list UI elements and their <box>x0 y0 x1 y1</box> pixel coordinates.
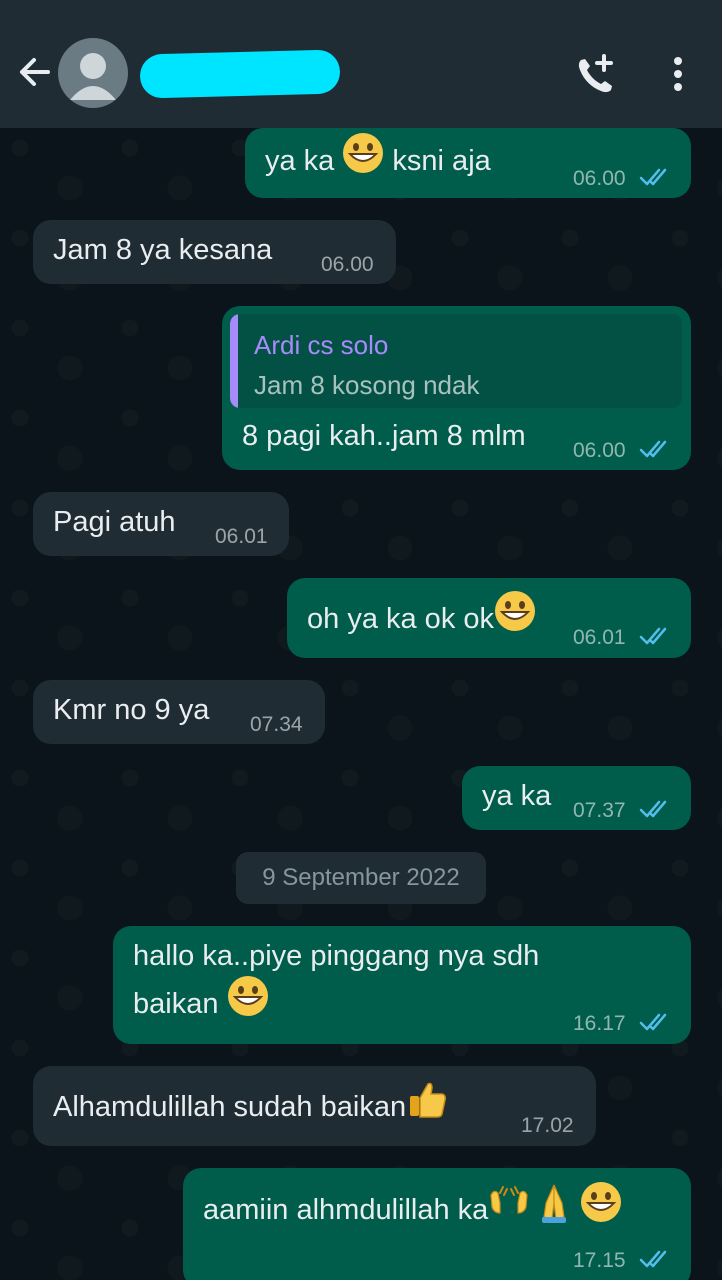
message-outgoing[interactable]: ya ka 07.37 <box>462 766 691 830</box>
chat-area[interactable]: ya ka ksni aja 06.00 Jam 8 ya kesana 06.… <box>0 128 722 1280</box>
raising-hands-emoji <box>488 1181 530 1236</box>
quoted-message[interactable]: Ardi cs solo Jam 8 kosong ndak <box>230 314 682 408</box>
read-ticks-icon <box>639 627 667 645</box>
message-text-line2: baikan <box>133 975 269 1033</box>
read-ticks-icon <box>639 1013 667 1031</box>
message-text: 8 pagi kah..jam 8 mlm <box>242 420 526 452</box>
thumbs-up-emoji <box>406 1078 448 1133</box>
message-time: 17.02 <box>521 1114 574 1137</box>
grinning-face-emoji <box>580 1181 622 1236</box>
message-time: 16.17 <box>573 1012 626 1035</box>
message-outgoing[interactable]: aamiin alhmdulillah ka 17.15 <box>183 1168 691 1280</box>
quote-accent-bar <box>230 314 238 408</box>
message-text: Pagi atuh <box>53 506 176 538</box>
message-time: 07.37 <box>573 799 626 822</box>
message-text: oh ya ka ok ok <box>307 590 536 648</box>
back-arrow-icon[interactable] <box>14 52 54 92</box>
message-text: Kmr no 9 ya <box>53 694 210 726</box>
message-outgoing[interactable]: hallo ka..piye pinggang nya sdh baikan 1… <box>113 926 691 1044</box>
add-call-icon[interactable] <box>572 52 618 96</box>
read-ticks-icon <box>639 440 667 458</box>
grinning-face-emoji <box>227 975 269 1030</box>
message-incoming[interactable]: Kmr no 9 ya 07.34 <box>33 680 325 744</box>
message-text: ya ka ksni aja <box>265 132 491 190</box>
message-incoming[interactable]: Alhamdulillah sudah baikan 17.02 <box>33 1066 596 1146</box>
message-incoming[interactable]: Pagi atuh 06.01 <box>33 492 289 556</box>
message-incoming[interactable]: Jam 8 ya kesana 06.00 <box>33 220 396 284</box>
message-outgoing[interactable]: oh ya ka ok ok 06.01 <box>287 578 691 658</box>
grinning-face-emoji <box>342 132 384 187</box>
message-time: 06.00 <box>573 167 626 190</box>
date-divider: 9 September 2022 <box>236 852 486 904</box>
message-time: 06.00 <box>573 439 626 462</box>
chat-header <box>0 0 722 128</box>
grinning-face-emoji <box>494 590 536 645</box>
message-time: 17.15 <box>573 1249 626 1272</box>
quote-author: Ardi cs solo <box>254 330 389 360</box>
message-text: ya ka <box>482 780 552 812</box>
message-text: Alhamdulillah sudah baikan <box>53 1081 448 1136</box>
quote-text: Jam 8 kosong ndak <box>254 370 480 400</box>
read-ticks-icon <box>639 800 667 818</box>
message-text: aamiin alhmdulillah ka <box>203 1181 622 1239</box>
read-ticks-icon <box>639 168 667 186</box>
read-ticks-icon <box>639 1250 667 1268</box>
folded-hands-emoji <box>536 1181 572 1236</box>
contact-avatar[interactable] <box>58 38 128 108</box>
message-text-line1: hallo ka..piye pinggang nya sdh <box>133 940 540 972</box>
message-text: Jam 8 ya kesana <box>53 234 273 266</box>
message-outgoing[interactable]: ya ka ksni aja 06.00 <box>245 128 691 198</box>
contact-name-redacted[interactable] <box>139 49 341 99</box>
message-time: 06.01 <box>573 626 626 649</box>
more-options-icon[interactable] <box>668 52 688 96</box>
message-time: 06.01 <box>215 525 268 548</box>
message-time: 07.34 <box>250 713 303 736</box>
message-time: 06.00 <box>321 253 374 276</box>
message-outgoing-reply[interactable]: Ardi cs solo Jam 8 kosong ndak 8 pagi ka… <box>222 306 691 470</box>
